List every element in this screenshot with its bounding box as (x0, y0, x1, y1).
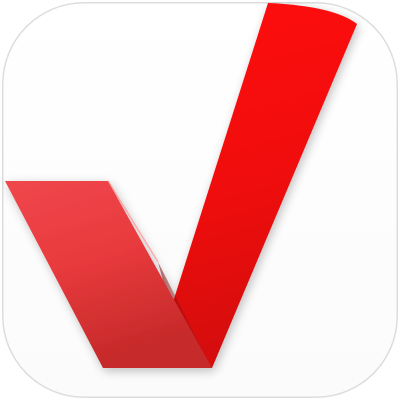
checkmark-icon (5, 3, 357, 368)
app-icon[interactable] (2, 2, 398, 398)
checkmark-short-stroke (5, 181, 212, 368)
screen (0, 0, 400, 400)
